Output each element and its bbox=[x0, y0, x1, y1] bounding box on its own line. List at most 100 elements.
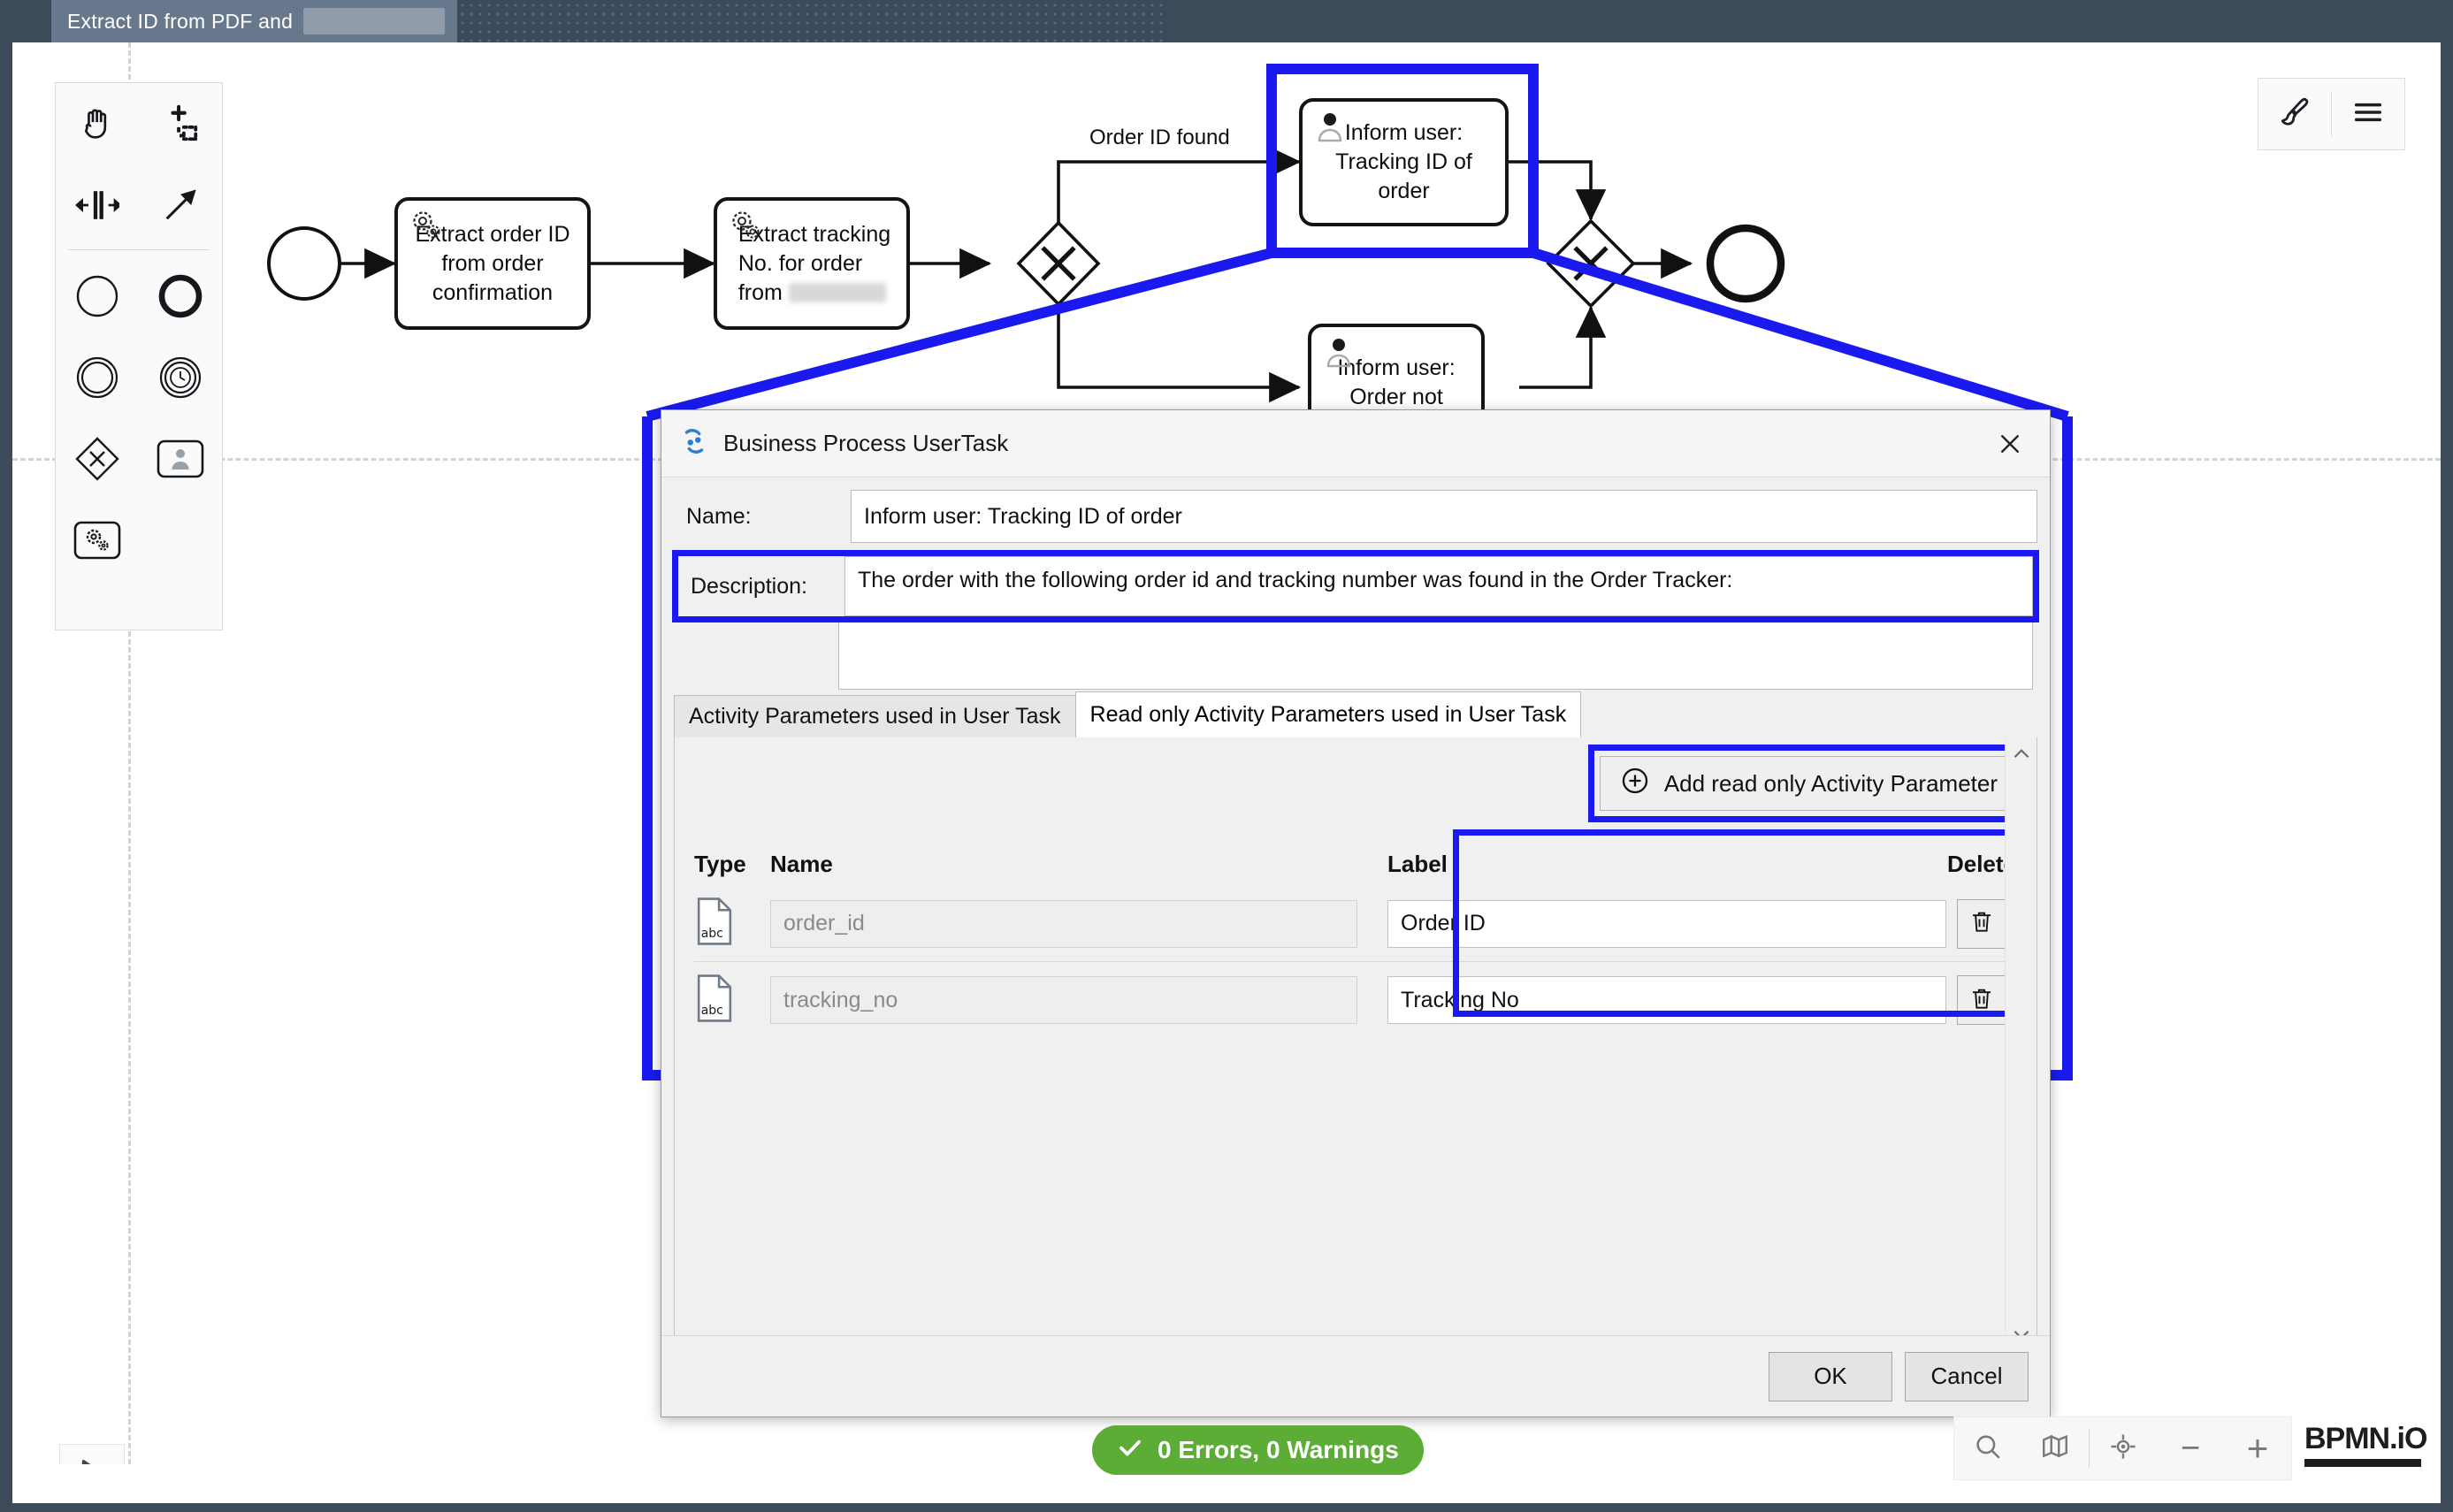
svg-text:abc: abc bbox=[701, 1003, 723, 1017]
task-label: Inform user: Tracking ID of order bbox=[1335, 120, 1472, 203]
type-cell: abc bbox=[694, 974, 770, 1027]
dialog-tabs[interactable]: Activity Parameters used in User Task Re… bbox=[661, 690, 2050, 737]
user-task-icon bbox=[1313, 109, 1347, 152]
tab-activity-parameters[interactable]: Activity Parameters used in User Task bbox=[674, 695, 1076, 737]
parameter-label-input[interactable]: Order ID bbox=[1387, 899, 1946, 948]
palette-lasso-tool[interactable] bbox=[139, 83, 222, 164]
dialog-title-bar: Business Process UserTask bbox=[661, 410, 2050, 477]
trash-icon bbox=[1968, 985, 1995, 1016]
table-header-row: Type Name Label Delete bbox=[694, 842, 2017, 886]
delete-row-button[interactable] bbox=[1957, 975, 2006, 1025]
parameters-table: Type Name Label Delete abc order_id Orde… bbox=[694, 842, 2017, 1038]
hand-icon bbox=[77, 103, 118, 144]
zoom-toolbar[interactable]: − + bbox=[1953, 1417, 2292, 1480]
intermediate-event-icon bbox=[74, 355, 120, 401]
flow-label-order-id-found: Order ID found bbox=[1089, 126, 1230, 149]
palette-intermediate-event[interactable] bbox=[56, 337, 139, 418]
dialog-footer: OK Cancel bbox=[661, 1335, 2050, 1417]
description-input[interactable]: The order with the following order id an… bbox=[844, 556, 2033, 616]
user-task-icon bbox=[1322, 334, 1356, 378]
palette-user-task[interactable] bbox=[139, 418, 222, 500]
palette-connect-tool[interactable] bbox=[139, 164, 222, 246]
element-palette[interactable] bbox=[55, 82, 223, 630]
name-cell: tracking_no bbox=[770, 976, 1372, 1024]
search-button[interactable] bbox=[1954, 1417, 2021, 1479]
scroll-up-arrow-icon[interactable] bbox=[2010, 743, 2033, 770]
panel-scrollbar[interactable] bbox=[2005, 737, 2037, 1355]
gateway-icon bbox=[73, 434, 122, 484]
description-label: Description: bbox=[691, 573, 807, 599]
task-extract-order-id[interactable]: Extract order ID from order confirmation bbox=[394, 197, 591, 330]
column-header-name: Name bbox=[770, 850, 833, 877]
palette-service-task[interactable] bbox=[56, 500, 139, 581]
add-button-label: Add read only Activity Parameter bbox=[1663, 769, 1998, 797]
bpmn-io-logo[interactable]: BPMN.iO bbox=[2304, 1422, 2427, 1467]
name-label: Name: bbox=[686, 503, 752, 529]
redacted-block bbox=[303, 8, 446, 34]
brand-underline bbox=[2304, 1459, 2421, 1467]
parameter-label-input[interactable]: Tracking No bbox=[1387, 976, 1946, 1024]
name-cell: order_id bbox=[770, 899, 1372, 948]
description-highlight: Description: The order with the followin… bbox=[672, 550, 2039, 622]
minus-icon: − bbox=[2180, 1430, 2201, 1467]
palette-empty-cell bbox=[139, 500, 222, 581]
search-icon bbox=[1973, 1432, 2003, 1466]
palette-end-event[interactable] bbox=[139, 256, 222, 337]
arrow-icon bbox=[160, 185, 201, 225]
lasso-icon bbox=[160, 103, 201, 144]
close-icon[interactable] bbox=[1990, 424, 2030, 464]
task-extract-tracking-no[interactable]: Extract tracking No. for order from bbox=[714, 197, 910, 330]
cancel-button[interactable]: Cancel bbox=[1905, 1351, 2029, 1401]
zoom-in-button[interactable]: + bbox=[2224, 1417, 2291, 1479]
delete-row-button[interactable] bbox=[1957, 898, 2006, 949]
service-task-icon bbox=[409, 208, 444, 251]
read-only-parameters-panel: Add read only Activity Parameter Type Na… bbox=[674, 737, 2037, 1356]
brush-button[interactable] bbox=[2258, 79, 2331, 149]
table-row[interactable]: abc order_id Order ID bbox=[694, 886, 2017, 962]
parameter-name-input[interactable]: tracking_no bbox=[770, 976, 1357, 1024]
menu-button[interactable] bbox=[2332, 79, 2404, 149]
dialog-title: Business Process UserTask bbox=[723, 430, 1009, 456]
palette-space-tool[interactable] bbox=[56, 164, 139, 246]
hamburger-icon bbox=[2350, 95, 2386, 134]
minimap-button[interactable] bbox=[2021, 1417, 2089, 1479]
run-button[interactable] bbox=[59, 1444, 125, 1464]
service-task-icon bbox=[73, 520, 122, 561]
usertask-properties-dialog[interactable]: Business Process UserTask Name: Inform u… bbox=[661, 409, 2051, 1417]
fit-viewport-button[interactable] bbox=[2090, 1417, 2157, 1479]
palette-timer-event[interactable] bbox=[139, 337, 222, 418]
trash-icon bbox=[1968, 908, 1995, 939]
label-cell: Tracking No bbox=[1372, 976, 1946, 1024]
name-input[interactable]: Inform user: Tracking ID of order bbox=[851, 490, 2037, 543]
canvas-toolbar[interactable] bbox=[2258, 78, 2405, 150]
plus-circle-icon bbox=[1620, 766, 1650, 802]
crosshair-icon bbox=[2108, 1432, 2138, 1466]
column-header-label: Label bbox=[1387, 850, 1448, 877]
table-row[interactable]: abc tracking_no Tracking No bbox=[694, 962, 2017, 1038]
status-text: 0 Errors, 0 Warnings bbox=[1158, 1436, 1399, 1463]
document-tab[interactable]: Extract ID from PDF and bbox=[51, 0, 458, 42]
start-event-icon bbox=[74, 273, 120, 319]
palette-gateway[interactable] bbox=[56, 418, 139, 500]
ok-button[interactable]: OK bbox=[1769, 1351, 1892, 1401]
end-event-icon bbox=[157, 273, 203, 319]
parameter-name-input[interactable]: order_id bbox=[770, 899, 1357, 948]
task-inform-user-tracking-id[interactable]: Inform user: Tracking ID of order bbox=[1299, 98, 1509, 226]
description-overflow-area[interactable] bbox=[678, 622, 2033, 690]
palette-start-event[interactable] bbox=[56, 256, 139, 337]
redacted-block bbox=[788, 282, 886, 302]
palette-hand-tool[interactable] bbox=[56, 83, 139, 164]
tab-strip-dots bbox=[461, 0, 1169, 42]
bpmn-app-icon bbox=[679, 426, 709, 461]
name-field-row: Name: Inform user: Tracking ID of order bbox=[674, 490, 2037, 543]
brand-name: BPMN.iO bbox=[2304, 1422, 2427, 1455]
tab-read-only-activity-parameters[interactable]: Read only Activity Parameters used in Us… bbox=[1074, 691, 1582, 737]
app-window: Extract ID from PDF and Extract order ID… bbox=[12, 0, 2441, 1503]
add-parameter-highlight: Add read only Activity Parameter bbox=[1587, 745, 2029, 822]
label-cell: Order ID bbox=[1372, 899, 1946, 948]
type-cell: abc bbox=[694, 897, 770, 951]
service-task-icon bbox=[728, 208, 763, 251]
window-bottom-strip bbox=[0, 1503, 2453, 1512]
zoom-out-button[interactable]: − bbox=[2157, 1417, 2224, 1479]
add-read-only-activity-parameter-button[interactable]: Add read only Activity Parameter bbox=[1599, 756, 2018, 811]
